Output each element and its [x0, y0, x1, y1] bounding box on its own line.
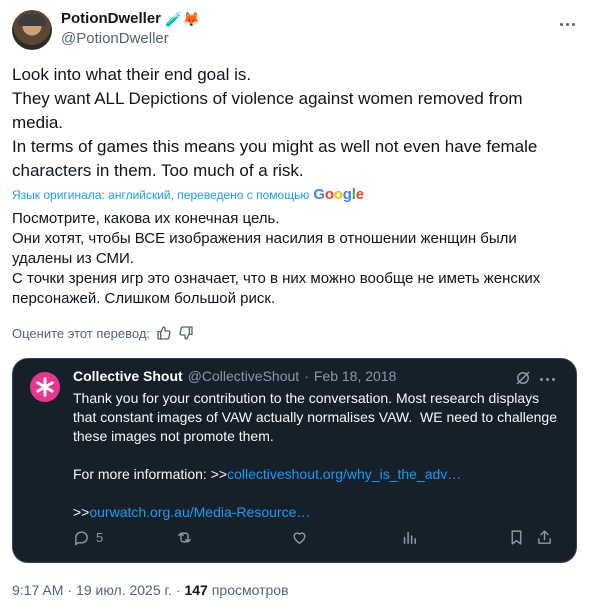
author-display-name[interactable]: PotionDweller [61, 10, 161, 27]
more-horizontal-icon[interactable] [557, 14, 577, 34]
thumbs-down-icon[interactable] [178, 325, 194, 341]
reply-button[interactable]: 5 [73, 529, 103, 546]
reply-count: 5 [96, 530, 104, 545]
quoted-author-handle[interactable]: @CollectiveShout [188, 368, 300, 384]
quoted-link-2[interactable]: ourwatch.org.au/Media-Resource… [89, 504, 310, 520]
bar-chart-icon [403, 531, 416, 544]
quoted-author-name[interactable]: Collective Shout [73, 368, 183, 384]
translation-notice-text: Язык оригинала: английский, переведено с… [12, 187, 310, 202]
author-avatar[interactable] [12, 10, 52, 50]
reply-icon [75, 531, 88, 546]
rate-translation: Оцените этот перевод: [12, 325, 194, 341]
quoted-author-avatar[interactable] [30, 372, 60, 402]
tweet-time[interactable]: 9:17 AM [12, 582, 63, 598]
quoted-link-1[interactable]: collectiveshout.org/why_is_the_adv… [227, 466, 461, 482]
author-name-row: PotionDweller 🧪🦊 [61, 10, 200, 27]
separator-dot: · [304, 368, 309, 384]
views-label: просмотров [211, 582, 289, 598]
like-button[interactable] [291, 529, 308, 546]
google-logo: Google [313, 186, 364, 203]
tweet-text: Look into what their end goal is. They w… [12, 63, 577, 183]
author-handle[interactable]: @PotionDweller [61, 30, 169, 47]
separator-dot: · [175, 582, 181, 598]
more-horizontal-icon[interactable] [538, 371, 556, 387]
translation-line: Они хотят, чтобы ВСЕ изображения насилия… [12, 230, 521, 267]
quoted-tweet-header: Collective Shout @CollectiveShout · Feb … [73, 368, 396, 384]
rate-translation-label: Оцените этот перевод: [12, 325, 151, 341]
asterisk-icon [36, 377, 54, 397]
quoted-tweet[interactable]: Collective Shout @CollectiveShout · Feb … [12, 358, 577, 563]
translation-notice[interactable]: Язык оригинала: английский, переведено с… [12, 186, 364, 203]
bookmark-icon [511, 530, 522, 545]
views-button[interactable] [401, 529, 418, 546]
quoted-tweet-text: Thank you for your contribution to the c… [73, 389, 563, 522]
translation-line: Посмотрите, какова их конечная цель. [12, 210, 280, 227]
grok-icon[interactable] [514, 369, 532, 387]
thumbs-up-icon[interactable] [156, 325, 172, 341]
share-button[interactable] [536, 529, 553, 546]
bookmark-button[interactable] [508, 529, 525, 546]
separator-dot: · [67, 582, 73, 598]
tweet-line: In terms of games this means you might a… [12, 137, 543, 180]
quoted-tweet-actions: 5 [73, 529, 563, 549]
quoted-text-more-info: For more information: >>collectiveshout.… [73, 466, 462, 482]
retweet-button[interactable] [176, 529, 193, 546]
translation-line: С точки зрения игр это означает, что в н… [12, 270, 545, 307]
tweet-line: They want ALL Depictions of violence aga… [12, 89, 528, 132]
tweet-date[interactable]: 19 июл. 2025 г. [76, 582, 172, 598]
retweet-icon [178, 532, 191, 543]
author-name-emojis: 🧪🦊 [165, 10, 200, 27]
quoted-text-paragraph: Thank you for your contribution to the c… [73, 390, 561, 444]
share-icon [538, 530, 551, 544]
heart-icon [293, 532, 306, 544]
views-count[interactable]: 147 [184, 582, 207, 598]
quoted-text-link-line: >>ourwatch.org.au/Media-Resource… [73, 504, 311, 520]
quoted-tweet-date[interactable]: Feb 18, 2018 [314, 368, 397, 384]
tweet-header: PotionDweller 🧪🦊 @PotionDweller [12, 8, 577, 50]
translated-text: Посмотрите, какова их конечная цель. Они… [12, 209, 577, 309]
tweet-line: Look into what their end goal is. [12, 65, 252, 84]
tweet-meta: 9:17 AM · 19 июл. 2025 г. · 147 просмотр… [12, 582, 289, 598]
